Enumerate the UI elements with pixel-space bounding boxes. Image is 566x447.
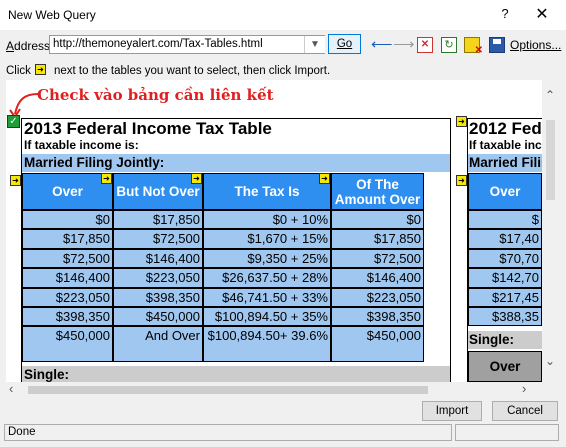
address-label-rest: ddress: bbox=[14, 39, 54, 53]
window-title: New Web Query bbox=[8, 8, 96, 22]
forward-icon[interactable]: ⟶ bbox=[393, 35, 415, 53]
table-cell: $0 + 10% bbox=[203, 210, 331, 230]
scroll-down-icon[interactable]: ⌄ bbox=[545, 354, 555, 368]
table-cell: $17,850 bbox=[113, 210, 203, 230]
address-label: Address: bbox=[6, 39, 54, 53]
help-button[interactable]: ? bbox=[497, 6, 513, 21]
select-table-arrow-icon[interactable]: ➜ bbox=[456, 116, 467, 127]
column-header: Over bbox=[468, 351, 542, 382]
select-table-arrow-icon[interactable]: ➜ bbox=[10, 175, 21, 186]
table-cell: $450,000 bbox=[22, 326, 113, 363]
table-subtitle: If taxable inc bbox=[469, 138, 542, 152]
table-cell: $26,637.50 + 28% bbox=[203, 268, 331, 288]
scroll-up-icon[interactable]: ⌃ bbox=[545, 88, 555, 102]
save-query-icon[interactable] bbox=[489, 37, 505, 53]
table-cell: $100,894.50 + 35% bbox=[203, 307, 331, 327]
table-cell: $146,400 bbox=[22, 268, 113, 288]
table-cell: $0 bbox=[22, 210, 113, 230]
address-dropdown-button[interactable]: ▼ bbox=[304, 36, 325, 53]
table-cell: $ bbox=[468, 210, 542, 230]
table-cell: $223,050 bbox=[331, 287, 424, 307]
table-cell: $17,40 bbox=[468, 229, 542, 249]
table-cell: $223,050 bbox=[22, 287, 113, 307]
stop-icon[interactable]: ✕ bbox=[417, 37, 433, 53]
close-button[interactable]: ✕ bbox=[532, 4, 552, 24]
table-cell: $398,350 bbox=[22, 307, 113, 327]
section-heading: Married Filin bbox=[468, 154, 549, 172]
status-text: Done bbox=[8, 426, 36, 438]
table-cell: $1,670 + 15% bbox=[203, 229, 331, 249]
hint-text: next to the tables you want to select, t… bbox=[54, 65, 331, 77]
table-cell: And Over bbox=[113, 326, 203, 363]
back-icon[interactable]: ⟵ bbox=[371, 35, 393, 53]
table-cell: $146,400 bbox=[331, 268, 424, 288]
section-label: Single: bbox=[24, 367, 70, 382]
table-cell: $217,45 bbox=[468, 287, 542, 307]
select-column-arrow-icon[interactable]: ➜ bbox=[319, 173, 330, 184]
table-cell: $0 bbox=[331, 210, 424, 230]
scroll-left-icon[interactable]: ‹ bbox=[9, 381, 13, 396]
column-header: The Tax Is bbox=[203, 173, 331, 210]
table-cell: $223,050 bbox=[113, 268, 203, 288]
hide-icons-icon[interactable] bbox=[464, 37, 483, 56]
status-bar-secondary bbox=[455, 424, 559, 441]
address-input[interactable]: http://themoneyalert.com/Tax-Tables.html bbox=[49, 35, 325, 54]
import-button[interactable]: Import bbox=[422, 401, 482, 421]
table-cell: $9,350 + 25% bbox=[203, 248, 331, 269]
column-header: Of The Amount Over bbox=[331, 173, 424, 210]
go-button[interactable]: Go bbox=[328, 34, 361, 54]
table-cell: $388,35 bbox=[468, 307, 542, 327]
table-cell: $17,850 bbox=[22, 229, 113, 249]
section-heading: Single: bbox=[468, 331, 542, 349]
column-header: But Not Over bbox=[113, 173, 203, 210]
select-column-arrow-icon[interactable]: ➜ bbox=[191, 173, 202, 184]
vertical-scroll-thumb[interactable] bbox=[546, 120, 555, 200]
scroll-right-icon[interactable]: › bbox=[522, 381, 526, 396]
status-bar bbox=[4, 424, 452, 441]
options-button[interactable]: Options... bbox=[510, 38, 561, 52]
table-cell: $450,000 bbox=[331, 326, 424, 363]
chevron-down-icon: ▼ bbox=[310, 39, 320, 50]
annotation-text: Check vào bảng cần liên kết bbox=[37, 86, 274, 104]
column-header: Over bbox=[468, 173, 542, 210]
select-table-arrow-icon[interactable]: ➜ bbox=[456, 175, 467, 186]
table-cell: $72,500 bbox=[22, 248, 113, 269]
horizontal-scroll-thumb[interactable] bbox=[28, 386, 428, 394]
section-label: Married Filing Jointly: bbox=[24, 155, 165, 170]
table-cell: $142,70 bbox=[468, 268, 542, 288]
table-cell: $398,350 bbox=[113, 287, 203, 307]
table-checked-icon[interactable]: ✓ bbox=[7, 115, 20, 128]
section-label: Married Filin bbox=[469, 155, 550, 170]
table-cell: $17,850 bbox=[331, 229, 424, 249]
cancel-button[interactable]: Cancel bbox=[492, 401, 558, 421]
table-cell: $100,894.50+ 39.6% bbox=[203, 326, 331, 363]
table-cell: $72,500 bbox=[331, 248, 424, 269]
column-header: Over bbox=[22, 173, 113, 210]
arrow-icon: ➜ bbox=[35, 64, 46, 75]
table-cell: $46,741.50 + 33% bbox=[203, 287, 331, 307]
table-title: 2012 Fede bbox=[469, 119, 552, 138]
table-cell: $146,400 bbox=[113, 248, 203, 269]
refresh-icon[interactable]: ↻ bbox=[441, 37, 457, 53]
table-subtitle: If taxable income is: bbox=[24, 138, 139, 152]
table-title: 2013 Federal Income Tax Table bbox=[24, 119, 272, 138]
section-heading: Single: bbox=[22, 366, 450, 382]
table-cell: $70,70 bbox=[468, 248, 542, 269]
hint-click: Click bbox=[6, 65, 31, 77]
table-cell: $398,350 bbox=[331, 307, 424, 327]
table-cell: $450,000 bbox=[113, 307, 203, 327]
table-cell: $72,500 bbox=[113, 229, 203, 249]
section-heading: Married Filing Jointly: bbox=[22, 154, 450, 172]
section-label: Single: bbox=[469, 332, 515, 347]
select-column-arrow-icon[interactable]: ➜ bbox=[101, 173, 112, 184]
